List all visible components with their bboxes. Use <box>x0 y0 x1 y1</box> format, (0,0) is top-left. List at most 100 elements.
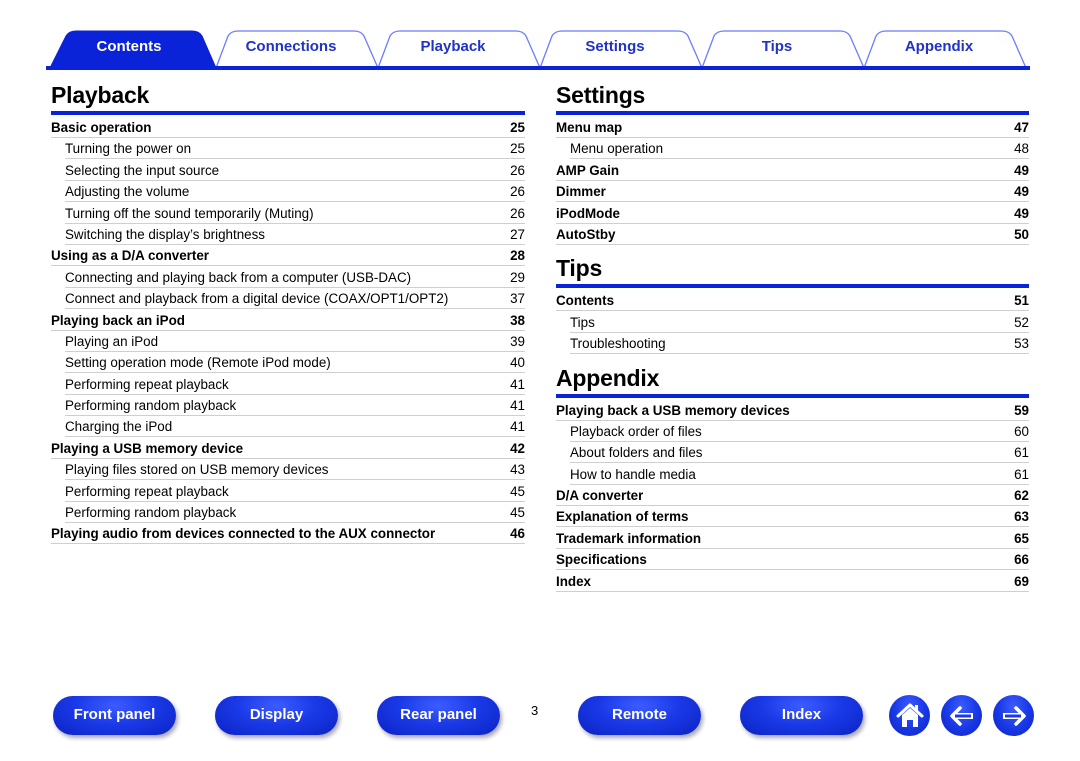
toc-subitem-link[interactable]: Selecting the input source 26 <box>65 161 525 181</box>
toc-page-number: 45 <box>510 505 525 521</box>
toc-heading-link[interactable]: iPodMode 49 <box>556 204 1029 224</box>
toc-page-number: 42 <box>510 440 525 456</box>
home-button[interactable] <box>889 695 930 736</box>
toc-label: Dimmer <box>556 184 606 200</box>
toc-page-number: 43 <box>510 462 525 478</box>
toc-label: Charging the iPod <box>65 419 173 435</box>
toc-label: Performing random playback <box>65 505 237 521</box>
section-rule <box>51 111 525 115</box>
toc-heading-link[interactable]: Playing a USB memory device 42 <box>51 439 525 459</box>
tab-appendix[interactable]: Appendix <box>864 38 1014 58</box>
toc-page-number: 37 <box>510 291 525 307</box>
toc-heading-link[interactable]: Index 69 <box>556 572 1029 592</box>
toc-subitem-link[interactable]: Performing random playback 45 <box>65 503 525 524</box>
toc-label: Connecting and playing back from a compu… <box>65 269 412 285</box>
toc-page-number: 38 <box>510 312 525 328</box>
toc-subitem-link[interactable]: Turning off the sound temporarily (Mutin… <box>65 204 525 224</box>
toc-page-number: 59 <box>1014 402 1029 418</box>
tab-contents[interactable]: Contents <box>54 38 204 58</box>
toc-heading-link[interactable]: AutoStby 50 <box>556 225 1029 245</box>
page-number: 3 <box>531 703 539 718</box>
tab-connections[interactable]: Connections <box>216 38 366 58</box>
appendix-section: Appendix Playing back a USB memory devic… <box>556 363 1029 592</box>
tab-settings[interactable]: Settings <box>540 38 690 58</box>
arrow-right-icon <box>1002 705 1026 726</box>
forward-button[interactable] <box>993 695 1034 736</box>
toc-subitem-link[interactable]: Charging the iPod 41 <box>65 417 525 438</box>
toc-label: Specifications <box>556 552 647 568</box>
toc-heading-link[interactable]: Playing back an iPod 38 <box>51 311 525 331</box>
toc-heading-link[interactable]: Using as a D/A converter 28 <box>51 246 525 267</box>
toc-subitem-link[interactable]: Menu operation 48 <box>570 139 1029 160</box>
toc-page-number: 61 <box>1014 466 1029 482</box>
section-rule <box>556 393 1029 398</box>
toc-subitem-link[interactable]: Playback order of files 60 <box>570 422 1029 442</box>
index-button[interactable]: Index <box>740 696 863 735</box>
toc-page-number: 49 <box>1014 162 1029 178</box>
toc-label: AutoStby <box>556 226 616 242</box>
toc-page-number: 63 <box>1014 509 1029 525</box>
front-panel-button[interactable]: Front panel <box>53 696 176 735</box>
toc-subitem-link[interactable]: Playing files stored on USB memory devic… <box>65 460 525 481</box>
back-button[interactable] <box>941 695 982 736</box>
toc-label: D/A converter <box>556 488 644 504</box>
toc-heading-link[interactable]: Dimmer 49 <box>556 182 1029 203</box>
toc-page-number: 41 <box>510 419 525 435</box>
toc-label: Playing audio from devices connected to … <box>51 526 436 542</box>
toc-label: Turning the power on <box>65 141 192 157</box>
section-title-settings: Settings <box>556 82 646 108</box>
toc-page-number: 41 <box>510 398 525 414</box>
toc-page-number: 69 <box>1014 573 1029 589</box>
toc-subitem-link[interactable]: Performing random playback 41 <box>65 396 525 417</box>
toc-heading-link[interactable]: Specifications 66 <box>556 550 1029 571</box>
toc-label: Performing repeat playback <box>65 483 229 499</box>
toc-subitem-link[interactable]: Performing repeat playback 45 <box>65 482 525 502</box>
toc-label: Switching the display’s brightness <box>65 226 265 242</box>
toc-subitem-link[interactable]: Performing repeat playback 41 <box>65 375 525 395</box>
toc-subitem-link[interactable]: Connecting and playing back from a compu… <box>65 268 525 288</box>
toc-label: Playing files stored on USB memory devic… <box>65 462 329 478</box>
toc-heading-link[interactable]: Playing back a USB memory devices 59 <box>556 401 1029 421</box>
toc-subitem-link[interactable]: About folders and files 61 <box>570 443 1029 464</box>
tab-playback[interactable]: Playback <box>378 38 528 58</box>
toc-label: Basic operation <box>51 120 152 135</box>
toc-label: Contents <box>556 293 615 309</box>
toc-heading-link[interactable]: Trademark information 65 <box>556 529 1029 549</box>
toc-label: Playing an iPod <box>65 333 159 349</box>
toc-subitem-link[interactable]: Adjusting the volume 26 <box>65 182 525 203</box>
toc-subitem-link[interactable]: Turning the power on 25 <box>65 139 525 160</box>
toc-subitem-link[interactable]: Troubleshooting 53 <box>570 334 1029 355</box>
home-icon <box>896 703 923 727</box>
toc-heading-link[interactable]: Playing audio from devices connected to … <box>51 524 525 545</box>
remote-button[interactable]: Remote <box>578 696 701 735</box>
toc-page-number: 27 <box>510 226 525 242</box>
toc-subitem-link[interactable]: Tips 52 <box>570 313 1029 333</box>
section-rule <box>556 284 1029 289</box>
toc-subitem-link[interactable]: Playing an iPod 39 <box>65 332 525 352</box>
settings-toc-list: Menu map 47 Menu operation 48 AMP Gain 49 Dimm… <box>556 118 1029 245</box>
rear-panel-button[interactable]: Rear panel <box>377 696 500 735</box>
toc-page-number: 62 <box>1014 488 1029 504</box>
toc-heading-link[interactable]: Menu map 47 <box>556 118 1029 138</box>
toc-heading-link[interactable]: Contents 51 <box>556 291 1029 312</box>
toc-subitem-link[interactable]: Setting operation mode (Remote iPod mode… <box>65 353 525 374</box>
toc-label: Trademark information <box>556 530 702 546</box>
toc-heading-link[interactable]: D/A converter 62 <box>556 486 1029 507</box>
toc-label: iPodMode <box>556 205 620 221</box>
toc-heading-link[interactable]: Basic operation 25 <box>51 118 525 138</box>
toc-label: Connect and playback from a digital devi… <box>65 291 449 307</box>
toc-page-number: 47 <box>1014 120 1029 135</box>
toc-label: Menu operation <box>570 141 664 157</box>
toc-subitem-link[interactable]: Switching the display’s brightness 27 <box>65 225 525 245</box>
tab-tips[interactable]: Tips <box>702 38 852 58</box>
toc-subitem-link[interactable]: How to handle media 61 <box>570 465 1029 485</box>
settings-section: Settings Menu map 47 Menu operation 48 AMP G… <box>556 80 1029 245</box>
toc-heading-link[interactable]: AMP Gain 49 <box>556 161 1029 181</box>
toc-label: Selecting the input source <box>65 162 220 178</box>
toc-heading-link[interactable]: Explanation of terms 63 <box>556 507 1029 528</box>
toc-label: AMP Gain <box>556 162 619 178</box>
toc-subitem-link[interactable]: Connect and playback from a digital devi… <box>65 289 525 310</box>
display-button[interactable]: Display <box>215 696 338 735</box>
toc-page-number: 45 <box>510 483 525 499</box>
toc-page-number: 25 <box>510 141 525 157</box>
